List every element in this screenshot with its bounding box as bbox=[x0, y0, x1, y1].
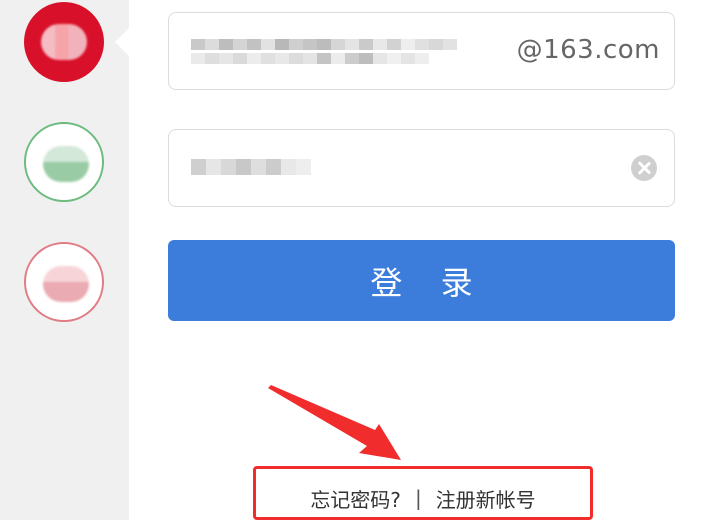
annotation-arrow-icon bbox=[268, 385, 401, 460]
blurred-logo-icon bbox=[41, 24, 87, 60]
register-link[interactable]: 注册新帐号 bbox=[436, 484, 536, 513]
redacted-account-text bbox=[191, 39, 463, 67]
mail-tab-yeah[interactable] bbox=[24, 242, 104, 322]
login-page: @163.com 登 录 忘记密码? | 注册新帐号 bbox=[0, 0, 713, 520]
redacted-password-text bbox=[191, 159, 313, 175]
password-field[interactable] bbox=[168, 129, 675, 207]
blurred-logo-icon bbox=[43, 146, 89, 182]
mail-tab-163[interactable] bbox=[24, 2, 104, 82]
account-links: 忘记密码? | 注册新帐号 bbox=[253, 480, 593, 516]
clear-input-icon[interactable] bbox=[631, 155, 657, 181]
account-field[interactable]: @163.com bbox=[168, 12, 675, 90]
login-button[interactable]: 登 录 bbox=[168, 240, 675, 321]
blurred-logo-icon bbox=[43, 266, 89, 302]
mail-tab-126[interactable] bbox=[24, 122, 104, 202]
mail-provider-sidebar bbox=[0, 0, 129, 520]
active-tab-pointer bbox=[115, 28, 129, 56]
link-separator: | bbox=[414, 486, 422, 510]
forgot-password-link[interactable]: 忘记密码? bbox=[310, 484, 401, 513]
domain-suffix: @163.com bbox=[516, 35, 660, 65]
